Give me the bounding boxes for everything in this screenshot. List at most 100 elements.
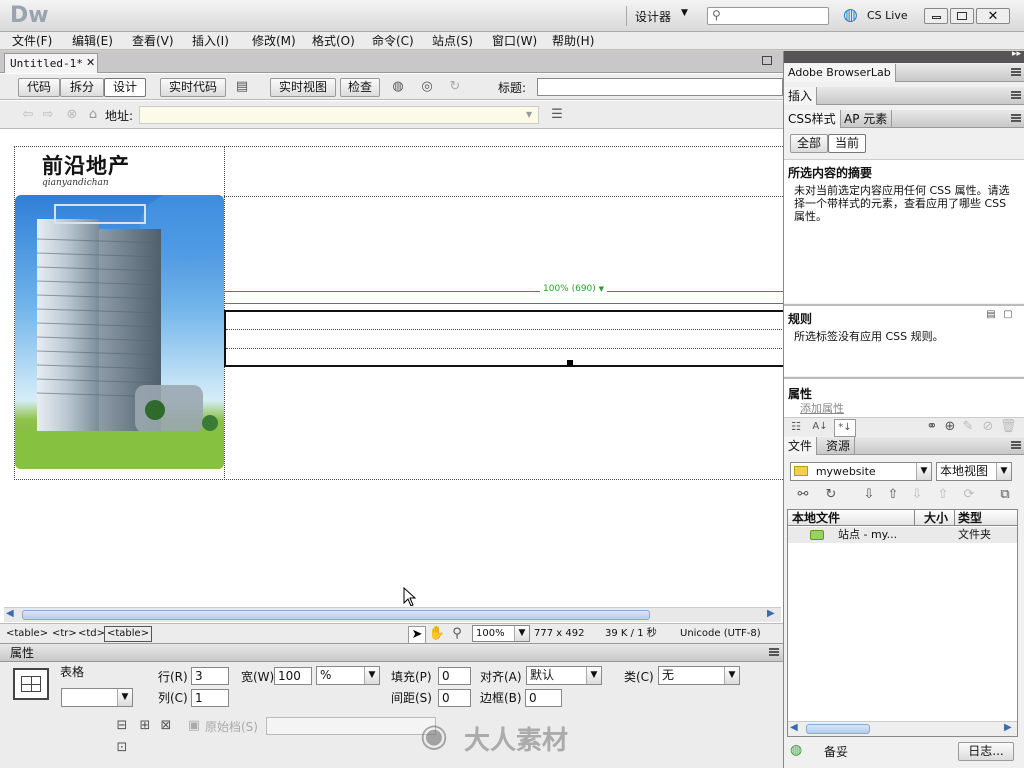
tag-selector-tr[interactable]: <tr> [52, 627, 77, 641]
panel-menu-icon[interactable] [1011, 91, 1021, 99]
expand-files-icon[interactable]: ⧉ [996, 487, 1014, 503]
panel-menu-icon[interactable] [1011, 68, 1021, 76]
back-icon[interactable]: ⇦ [20, 107, 36, 123]
menu-file[interactable]: 文件(F) [12, 34, 52, 48]
code-view-button[interactable]: 代码 [18, 78, 60, 97]
check-in-icon[interactable]: ⇧ [934, 487, 952, 503]
clear-row-heights-icon[interactable]: ⊡ [114, 740, 130, 756]
insert-tab[interactable]: 插入 [784, 87, 818, 105]
selected-inner-table[interactable] [224, 310, 783, 367]
add-property-link[interactable]: 添加属性 [800, 400, 844, 416]
minimize-button[interactable] [924, 8, 948, 24]
collapse-dock-icon[interactable]: ▸▸ [1012, 49, 1021, 59]
show-cascade-icon[interactable]: ▤ [984, 307, 998, 323]
tag-selector-table-selected[interactable]: <table> [104, 626, 153, 642]
forward-icon[interactable]: ⇨ [40, 107, 56, 123]
browser-options-icon[interactable]: ☰ [545, 107, 569, 123]
col-type[interactable]: 类型 [958, 511, 982, 525]
border-input[interactable]: 0 [525, 689, 562, 707]
address-input[interactable] [139, 106, 539, 124]
live-code-button[interactable]: 实时代码 [160, 78, 226, 97]
menu-modify[interactable]: 修改(M) [252, 34, 296, 48]
file-row[interactable]: 站点 - my... 文件夹 [788, 527, 1017, 543]
edit-rule-icon[interactable]: ✎ [960, 419, 976, 435]
scroll-thumb[interactable] [22, 610, 650, 620]
width-unit-select[interactable]: % ▼ [316, 666, 380, 685]
address-dropdown-icon[interactable]: ▼ [526, 110, 532, 119]
design-view-button[interactable]: 设计 [104, 78, 146, 97]
hand-tool-icon[interactable]: ✋ [428, 626, 446, 642]
col-size[interactable]: 大小 [924, 511, 948, 525]
stop-icon[interactable]: ⊗ [64, 107, 80, 123]
css-current-button[interactable]: 当前 [828, 134, 866, 153]
panel-menu-icon[interactable] [1011, 441, 1021, 449]
put-files-icon[interactable]: ⇧ [884, 487, 902, 503]
convert-widths-pixels-icon[interactable]: ⊞ [137, 718, 153, 734]
menu-edit[interactable]: 编辑(E) [72, 34, 113, 48]
table-name-select[interactable]: ▼ [61, 688, 133, 707]
tag-selector-td[interactable]: <td> [78, 627, 105, 641]
view-select[interactable]: 本地视图 ▼ [936, 462, 1012, 481]
table-width-label[interactable]: 100% (690) ▼ [540, 284, 608, 294]
menu-commands[interactable]: 命令(C) [372, 34, 414, 48]
align-select[interactable]: 默认 ▼ [526, 666, 602, 685]
split-view-button[interactable]: 拆分 [60, 78, 104, 97]
design-canvas[interactable]: 前沿地产 qianyandichan 100% (690) ▼ [0, 131, 783, 606]
refresh-icon[interactable]: ↻ [445, 79, 465, 95]
spacing-input[interactable]: 0 [438, 689, 471, 707]
tab-css-styles[interactable]: CSS样式 [784, 110, 841, 128]
page-title-input[interactable] [537, 78, 783, 96]
delete-rule-icon[interactable]: 🗑 [1000, 419, 1017, 435]
scroll-left-icon[interactable]: ◀ [6, 608, 14, 619]
pointer-tool-icon[interactable]: ➤ [408, 626, 426, 644]
document-tab[interactable]: Untitled-1* ✕ [4, 53, 98, 73]
log-button[interactable]: 日志... [958, 742, 1014, 761]
menu-format[interactable]: 格式(O) [312, 34, 355, 48]
restore-doc-icon[interactable] [762, 56, 772, 65]
browserlab-panel-header[interactable]: Adobe BrowserLab [784, 64, 1024, 82]
css-all-button[interactable]: 全部 [790, 134, 828, 153]
class-select[interactable]: 无 ▼ [658, 666, 740, 685]
panel-menu-icon[interactable] [769, 648, 779, 656]
refresh-files-icon[interactable]: ↻ [822, 487, 840, 503]
menu-site[interactable]: 站点(S) [432, 34, 473, 48]
insert-panel-header[interactable]: 插入 [784, 87, 1024, 105]
cs-live-button[interactable]: ◍ CS Live [843, 5, 913, 25]
search-input[interactable]: ⚲ [707, 7, 829, 25]
connect-icon[interactable]: ⚯ [794, 487, 812, 503]
col-local-files[interactable]: 本地文件 [792, 511, 840, 525]
visual-aids-icon[interactable]: ◎ [415, 79, 439, 95]
window-size[interactable]: 777 x 492 [534, 627, 584, 641]
tab-ap-elements[interactable]: AP 元素 [840, 110, 893, 128]
source-input[interactable] [266, 717, 436, 735]
scroll-right-icon[interactable]: ▶ [1004, 722, 1012, 733]
home-icon[interactable]: ⌂ [84, 107, 102, 123]
show-info-icon[interactable]: ▢ [1001, 307, 1015, 323]
files-scroll-thumb[interactable] [806, 724, 870, 734]
get-files-icon[interactable]: ⇩ [860, 487, 878, 503]
category-view-icon[interactable]: ☷ [788, 419, 804, 435]
disable-rule-icon[interactable]: ⊘ [980, 419, 996, 435]
padding-input[interactable]: 0 [438, 667, 471, 685]
menu-view[interactable]: 查看(V) [132, 34, 174, 48]
menu-help[interactable]: 帮助(H) [552, 34, 594, 48]
inspect-button[interactable]: 检查 [340, 78, 380, 97]
zoom-select[interactable]: 100% ▼ [472, 625, 530, 642]
synchronize-icon[interactable]: ⟳ [960, 487, 978, 503]
browser-compat-icon[interactable]: ▤ [230, 79, 254, 95]
cols-input[interactable]: 1 [191, 689, 229, 707]
width-input[interactable]: 100 [274, 667, 312, 685]
rows-input[interactable]: 3 [191, 667, 229, 685]
clear-column-widths-icon[interactable]: ⊟ [114, 718, 130, 734]
alpha-view-icon[interactable]: A↓ [810, 419, 830, 435]
close-button[interactable]: ✕ [976, 8, 1010, 24]
tab-close-icon[interactable]: ✕ [86, 56, 95, 69]
live-view-button[interactable]: 实时视图 [270, 78, 336, 97]
check-out-icon[interactable]: ⇩ [908, 487, 926, 503]
menu-insert[interactable]: 插入(I) [192, 34, 229, 48]
workspace-switcher[interactable]: 设计器 ▼ [626, 6, 692, 26]
set-props-icon[interactable]: *↓ [834, 419, 856, 437]
zoom-tool-icon[interactable]: ⚲ [448, 626, 466, 642]
restore-button[interactable] [950, 8, 974, 24]
menu-window[interactable]: 窗口(W) [492, 34, 537, 48]
